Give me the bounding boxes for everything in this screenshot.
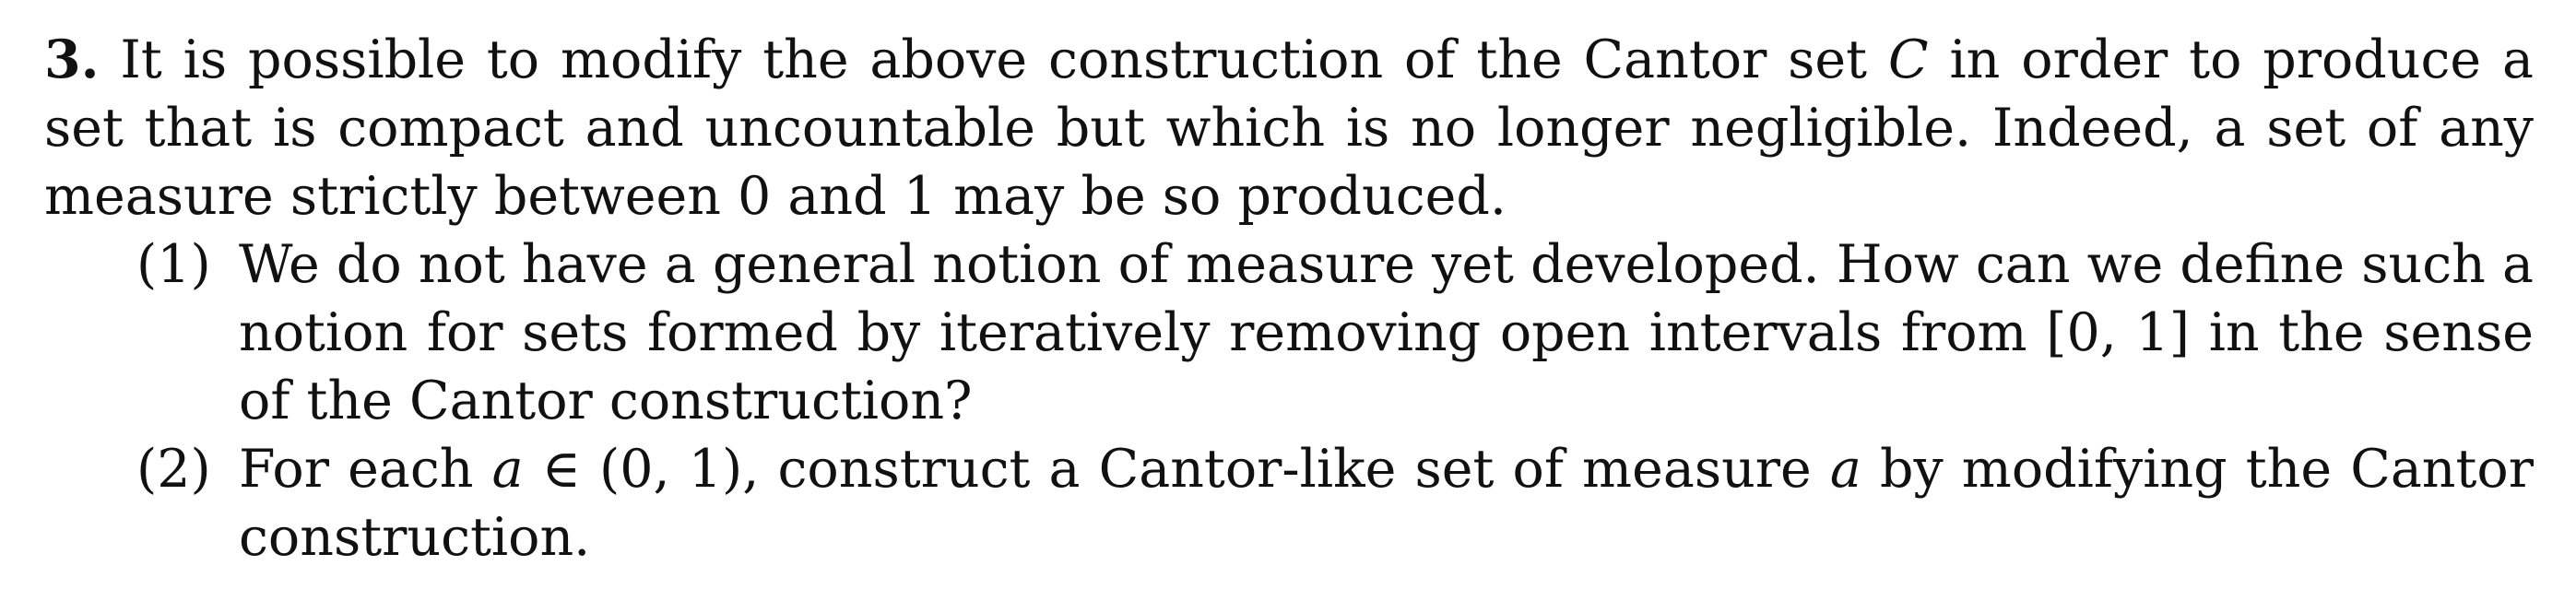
problem-number: 3. bbox=[44, 29, 100, 90]
variable-a-second: a bbox=[1829, 439, 1861, 500]
exercise: 3. It is possible to modify the above co… bbox=[44, 26, 2534, 572]
variable-a: a bbox=[491, 439, 524, 500]
part-2: (2) For each a ∈ (0, 1), construct a Can… bbox=[44, 435, 2534, 572]
part-1: (1) We do not have a general notion of m… bbox=[44, 230, 2534, 435]
part-2-text-start: For each bbox=[239, 439, 474, 500]
problem-statement: 3. It is possible to modify the above co… bbox=[44, 26, 2534, 230]
part-2-label: (2) bbox=[136, 439, 211, 500]
cantor-set-symbol: C bbox=[1887, 29, 1929, 90]
part-2-text-middle: ∈ (0, 1), construct a Cantor-like set of… bbox=[541, 439, 1812, 500]
intro-text-start: It is possible to modify the above const… bbox=[120, 29, 1868, 90]
part-1-label: (1) bbox=[136, 234, 211, 295]
part-1-text: We do not have a general notion of measu… bbox=[239, 234, 2534, 431]
